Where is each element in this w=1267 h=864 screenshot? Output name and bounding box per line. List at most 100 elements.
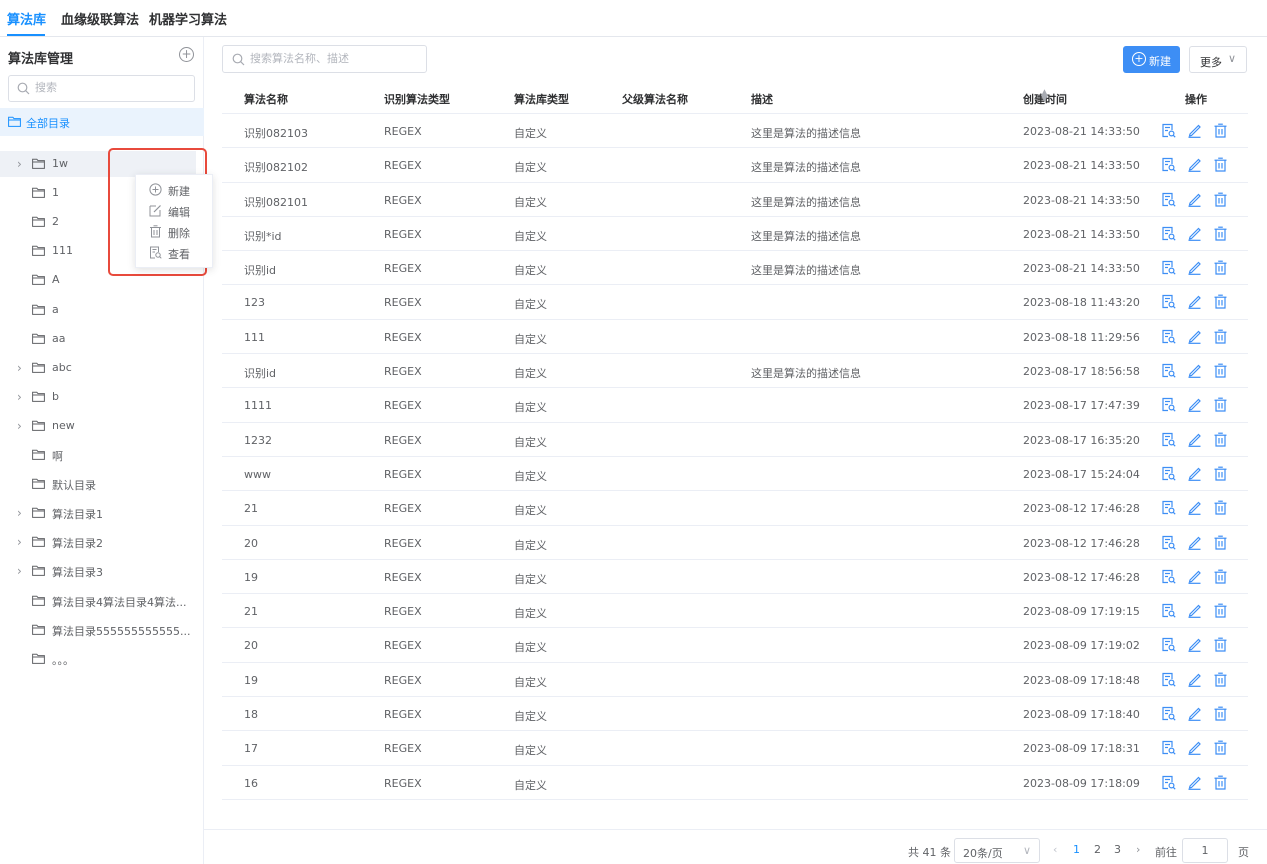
trash-icon[interactable] [1213, 363, 1228, 378]
trash-icon[interactable] [1213, 157, 1228, 172]
new-algorithm-button[interactable]: + 新建 [1123, 46, 1180, 73]
tree-item[interactable]: 啊 [0, 442, 196, 468]
chevron-right-icon[interactable]: › [17, 361, 22, 375]
tab-lineage-cascade[interactable]: 血缘级联算法 [61, 9, 139, 28]
edit-icon[interactable] [1187, 569, 1202, 584]
edit-icon[interactable] [1187, 706, 1202, 721]
trash-icon[interactable] [1213, 397, 1228, 412]
edit-icon[interactable] [1187, 603, 1202, 619]
view-doc-icon[interactable] [1161, 500, 1176, 515]
edit-icon[interactable] [1187, 432, 1202, 447]
view-doc-icon[interactable] [1161, 226, 1176, 241]
sort-icon[interactable]: ▲ ▼ [1041, 89, 1048, 104]
trash-icon[interactable] [1213, 535, 1228, 550]
page-number[interactable]: 3 [1114, 843, 1121, 856]
next-page-icon[interactable]: › [1136, 843, 1140, 856]
trash-icon[interactable] [1213, 123, 1228, 138]
tree-item[interactable]: › 算法目录3 [0, 558, 196, 584]
tree-item[interactable]: 。。。 [0, 646, 196, 672]
page-number[interactable]: 1 [1073, 843, 1080, 856]
trash-icon[interactable] [1213, 466, 1228, 481]
tree-item[interactable]: 默认目录 [0, 471, 196, 497]
view-doc-icon[interactable] [1161, 397, 1176, 412]
view-doc-icon[interactable] [1161, 260, 1176, 275]
view-doc-icon[interactable] [1161, 294, 1176, 310]
trash-icon[interactable] [1213, 226, 1228, 241]
edit-icon[interactable] [1187, 637, 1202, 653]
view-doc-icon[interactable] [1161, 432, 1176, 447]
page-number[interactable]: 2 [1094, 843, 1101, 856]
edit-icon[interactable] [1187, 466, 1202, 481]
tree-item[interactable]: a [0, 297, 196, 323]
chevron-right-icon[interactable]: › [17, 564, 22, 578]
view-doc-icon[interactable] [1161, 466, 1176, 481]
view-doc-icon[interactable] [1161, 123, 1176, 138]
edit-icon[interactable] [1187, 226, 1202, 241]
trash-icon[interactable] [1213, 500, 1228, 515]
page-size-select[interactable]: 20条/页 ∨ [954, 838, 1040, 863]
chevron-right-icon[interactable]: › [17, 535, 22, 549]
view-doc-icon[interactable] [1161, 740, 1176, 755]
trash-icon[interactable] [1213, 706, 1228, 721]
folder-icon [32, 275, 45, 286]
edit-icon[interactable] [1187, 329, 1202, 344]
trash-icon[interactable] [1213, 603, 1228, 618]
edit-icon[interactable] [1187, 535, 1202, 550]
trash-icon[interactable] [1213, 637, 1228, 653]
edit-icon[interactable] [1187, 672, 1202, 687]
trash-icon[interactable] [1213, 569, 1228, 584]
view-doc-icon[interactable] [1161, 329, 1176, 344]
trash-icon[interactable] [1213, 775, 1228, 790]
view-doc-icon[interactable] [1161, 192, 1176, 207]
sidebar-search[interactable] [8, 75, 195, 102]
edit-icon[interactable] [1187, 397, 1202, 413]
view-doc-icon[interactable] [1161, 706, 1176, 721]
trash-icon[interactable] [1213, 260, 1228, 275]
edit-icon[interactable] [1187, 123, 1202, 138]
view-doc-icon[interactable] [1161, 775, 1176, 790]
view-doc-icon[interactable] [1161, 603, 1176, 618]
tree-item[interactable]: 算法目录4算法目录4算法... [0, 588, 196, 614]
chevron-right-icon[interactable]: › [17, 390, 22, 404]
tree-item[interactable]: › 算法目录2 [0, 529, 196, 555]
trash-icon[interactable] [1213, 432, 1228, 447]
tab-algorithm-library[interactable]: 算法库 [7, 9, 46, 28]
view-doc-icon[interactable] [1161, 157, 1176, 172]
tree-item[interactable]: › abc [0, 355, 196, 381]
tree-item[interactable]: › b [0, 384, 196, 410]
sidebar-search-input[interactable] [35, 81, 185, 94]
chevron-right-icon[interactable]: › [17, 506, 22, 520]
edit-icon[interactable] [1187, 294, 1202, 310]
trash-icon[interactable] [1213, 329, 1228, 344]
edit-icon[interactable] [1187, 363, 1202, 378]
algorithm-search-input[interactable] [250, 52, 420, 65]
edit-icon[interactable] [1187, 192, 1202, 207]
algorithm-search[interactable] [222, 45, 427, 73]
goto-page-input[interactable] [1182, 838, 1228, 863]
view-doc-icon[interactable] [1161, 637, 1176, 653]
chevron-right-icon[interactable]: › [17, 419, 22, 433]
add-directory-icon[interactable]: + [179, 47, 194, 62]
view-doc-icon[interactable] [1161, 363, 1176, 378]
view-doc-icon[interactable] [1161, 672, 1176, 687]
edit-icon[interactable] [1187, 500, 1202, 516]
prev-page-icon[interactable]: ‹ [1053, 843, 1057, 856]
trash-icon[interactable] [1213, 294, 1228, 310]
tree-item[interactable]: › new [0, 413, 196, 439]
tree-item[interactable]: 算法目录555555555555... [0, 617, 196, 643]
more-dropdown-button[interactable]: 更多 ∨ [1189, 46, 1247, 73]
edit-icon[interactable] [1187, 157, 1202, 173]
edit-icon[interactable] [1187, 775, 1202, 790]
trash-icon[interactable] [1213, 672, 1228, 687]
trash-icon[interactable] [1213, 192, 1228, 207]
view-doc-icon[interactable] [1161, 569, 1176, 584]
edit-icon[interactable] [1187, 740, 1202, 756]
tree-item[interactable]: › 算法目录1 [0, 500, 196, 526]
chevron-right-icon[interactable]: › [17, 157, 22, 171]
tab-machine-learning[interactable]: 机器学习算法 [149, 9, 227, 28]
tree-item-all[interactable]: 全部目录 [0, 108, 204, 136]
trash-icon[interactable] [1213, 740, 1228, 755]
view-doc-icon[interactable] [1161, 535, 1176, 550]
tree-item[interactable]: aa [0, 326, 196, 352]
edit-icon[interactable] [1187, 260, 1202, 276]
